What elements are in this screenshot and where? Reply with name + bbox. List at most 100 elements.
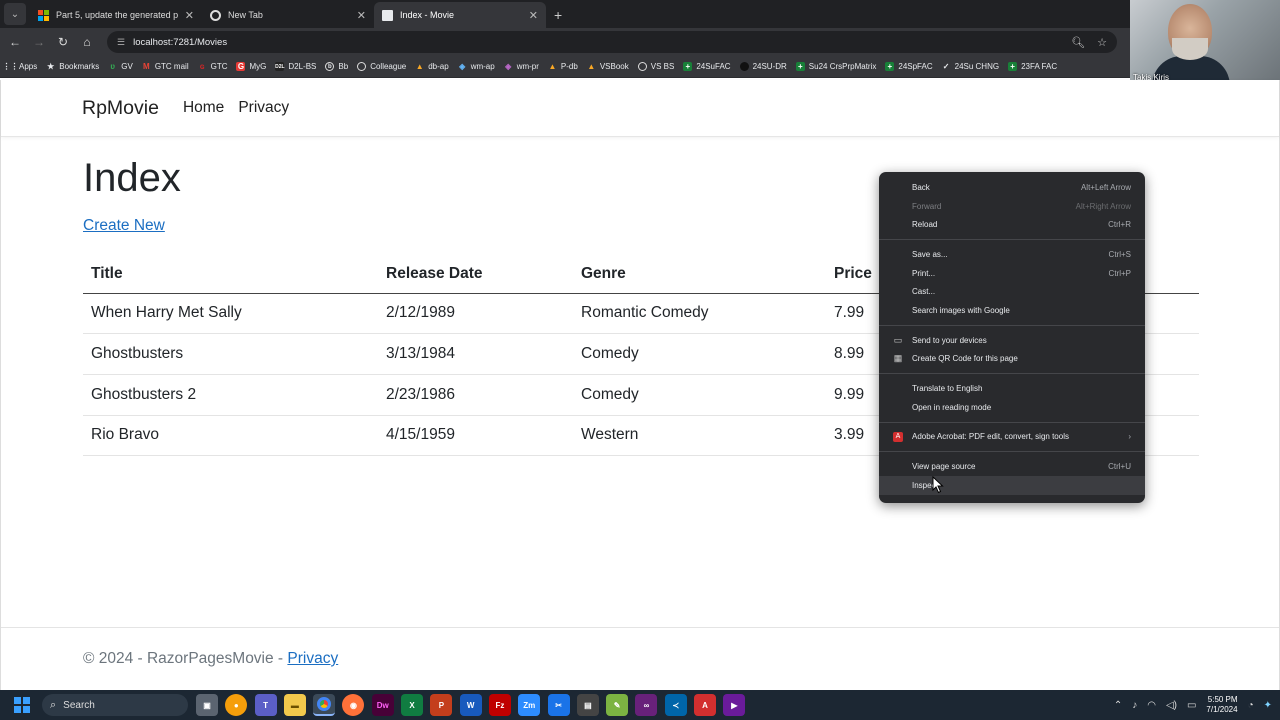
tab-search-button[interactable]: ⌄	[4, 3, 26, 25]
bookmark-item[interactable]: Colleague	[357, 62, 406, 71]
tab-title: Part 5, update the generated p	[56, 10, 179, 20]
create-new-link[interactable]: Create New	[83, 217, 165, 235]
back-arrow-icon[interactable]: ←	[3, 35, 27, 49]
word-icon[interactable]: W	[459, 694, 482, 716]
powerpoint-icon[interactable]: P	[430, 694, 453, 716]
visual-studio-icon[interactable]: ∞	[635, 694, 658, 716]
wifi-icon[interactable]: ◠	[1147, 700, 1156, 711]
notification-bell-icon[interactable]: ◔	[1248, 700, 1254, 711]
bookmark-item[interactable]: ▲ P-db	[548, 62, 577, 71]
bookmark-item[interactable]: +23FA FAC	[1008, 62, 1057, 71]
menu-separator	[879, 421, 1145, 423]
bookmark-item[interactable]: ⋮⋮ Apps	[3, 62, 38, 71]
menu-item-reload[interactable]: Reload Ctrl+R	[879, 215, 1145, 234]
chevron-up-icon[interactable]: ⌃	[1114, 700, 1122, 711]
microsoft-logo-icon	[38, 9, 49, 21]
sheets-icon: +	[885, 62, 895, 71]
menu-item-create-qr-code[interactable]: ▦ Create QR Code for this page	[879, 350, 1145, 369]
zoom-icon[interactable]: 🔍︎	[1071, 36, 1085, 49]
menu-item-print[interactable]: Print... Ctrl+P	[879, 264, 1145, 283]
widgets-icon[interactable]: ●	[225, 694, 248, 716]
bookmark-item[interactable]: ▲ VSBook	[587, 62, 628, 71]
menu-item-cast[interactable]: Cast...	[879, 282, 1145, 301]
file-explorer-icon[interactable]: ▬	[283, 694, 306, 716]
site-info-icon[interactable]: ☰	[117, 37, 125, 48]
check-icon: ✓	[942, 62, 950, 71]
cell-release-date: 3/13/1984	[378, 333, 573, 375]
nav-privacy-link[interactable]: Privacy	[238, 99, 289, 117]
tab-part5[interactable]: Part 5, update the generated p ✕	[30, 2, 202, 28]
excel-icon[interactable]: X	[401, 694, 424, 716]
windows-start-icon[interactable]	[12, 695, 32, 715]
menu-item-view-source[interactable]: View page source Ctrl+U	[879, 457, 1145, 476]
menu-item-inspect[interactable]: Inspect	[879, 475, 1145, 495]
taskbar-clock[interactable]: 5:50 PM 7/1/2024	[1206, 695, 1237, 715]
menu-item-adobe-acrobat[interactable]: A Adobe Acrobat: PDF edit, convert, sign …	[879, 428, 1145, 447]
acrobat-taskbar-icon[interactable]: A	[694, 694, 717, 716]
menu-item-search-images[interactable]: Search images with Google	[879, 301, 1145, 320]
taskbar-search[interactable]: ⌕ Search	[42, 694, 188, 716]
bookmark-item[interactable]: +24SpFAC	[885, 62, 933, 71]
volume-icon[interactable]: ◁)	[1166, 700, 1177, 711]
cell-release-date: 2/23/1986	[378, 374, 573, 416]
tab-title: Index - Movie	[400, 10, 455, 20]
bookmark-item[interactable]: b Bb	[325, 62, 348, 71]
home-icon[interactable]: ⌂	[75, 35, 99, 49]
bookmark-item[interactable]: M GTC mail	[142, 62, 189, 71]
dreamweaver-icon[interactable]: Dw	[371, 694, 394, 716]
task-view-icon[interactable]: ▣	[196, 694, 218, 716]
close-tab-icon[interactable]: ✕	[357, 9, 366, 22]
bookmark-item[interactable]: ▲ db-ap	[415, 62, 449, 71]
taskbar-search-label: Search	[63, 699, 95, 711]
bookmark-item[interactable]: 24SU-DR	[739, 62, 787, 71]
bookmark-item[interactable]: ◈ wm-ap	[458, 62, 495, 71]
footer-privacy-link[interactable]: Privacy	[287, 650, 338, 667]
bookmark-item[interactable]: + Su24 CrsPrpMatrix	[795, 62, 876, 71]
reload-icon[interactable]: ↻	[51, 35, 75, 49]
firefox-icon[interactable]: ◉	[342, 694, 365, 716]
bookmark-item[interactable]: D2L D2L-BS	[275, 62, 316, 71]
address-bar[interactable]: ☰ localhost:7281/Movies 🔍︎ ☆	[107, 31, 1117, 53]
bookmark-item[interactable]: ɢ GTC	[198, 62, 228, 71]
filezilla-icon[interactable]: Fz	[488, 694, 511, 716]
chrome-logo-icon	[210, 9, 221, 21]
bookmarks-bar: ⋮⋮ Apps ★ Bookmarks ʋ GV M GTC mail ɢ GTC G My…	[0, 56, 1130, 78]
menu-item-reading-mode[interactable]: Open in reading mode	[879, 398, 1145, 417]
tab-new-tab[interactable]: New Tab ✕	[202, 2, 374, 28]
copilot-icon[interactable]: ✦	[1264, 700, 1272, 711]
vscode-icon[interactable]: ≺	[664, 694, 687, 716]
bookmark-item[interactable]: G MyG	[236, 62, 266, 71]
star-icon[interactable]: ☆	[1097, 36, 1107, 49]
forward-arrow-icon[interactable]: →	[27, 35, 51, 49]
bookmark-item[interactable]: ✓ 24Su CHNG	[942, 62, 999, 71]
tab-index-movie[interactable]: Index - Movie ✕	[374, 2, 546, 28]
teams-icon[interactable]: T	[254, 694, 277, 716]
nav-home-link[interactable]: Home	[183, 99, 224, 117]
close-tab-icon[interactable]: ✕	[529, 9, 538, 22]
bookmark-item[interactable]: ◈ wm-pr	[504, 62, 539, 71]
bookmark-item[interactable]: VS BS	[637, 62, 674, 71]
bookmark-item[interactable]: ʋ GV	[108, 62, 132, 71]
menu-item-send-to-devices[interactable]: ▭ Send to your devices	[879, 331, 1145, 350]
gtc-icon: ɢ	[199, 62, 205, 71]
calculator-icon[interactable]: ▤	[576, 694, 599, 716]
site-brand[interactable]: RpMovie	[82, 97, 159, 120]
close-tab-icon[interactable]: ✕	[185, 9, 194, 22]
chrome-icon[interactable]	[313, 694, 336, 716]
menu-item-save-as[interactable]: Save as... Ctrl+S	[879, 245, 1145, 264]
menu-item-forward[interactable]: Forward Alt+Right Arrow	[879, 197, 1145, 216]
snipping-tool-icon[interactable]: ✂	[547, 694, 570, 716]
battery-icon[interactable]: ▭	[1187, 700, 1196, 711]
new-tab-icon[interactable]: +	[554, 7, 562, 23]
menu-item-back[interactable]: Back Alt+Left Arrow	[879, 178, 1145, 197]
bookmark-item[interactable]: +24SuFAC	[683, 62, 731, 71]
bookmark-item[interactable]: ★ Bookmarks	[46, 62, 99, 71]
notepad-icon[interactable]: ✎	[606, 694, 629, 716]
media-app-icon[interactable]: ▶	[723, 694, 746, 716]
microphone-icon[interactable]: ♪	[1132, 700, 1137, 711]
zoom-app-icon[interactable]: Zm	[518, 694, 541, 716]
db-icon: ▲	[548, 62, 557, 71]
webcam-person-beard	[1172, 38, 1208, 60]
page-icon	[382, 9, 393, 21]
menu-item-translate[interactable]: Translate to English	[879, 379, 1145, 398]
